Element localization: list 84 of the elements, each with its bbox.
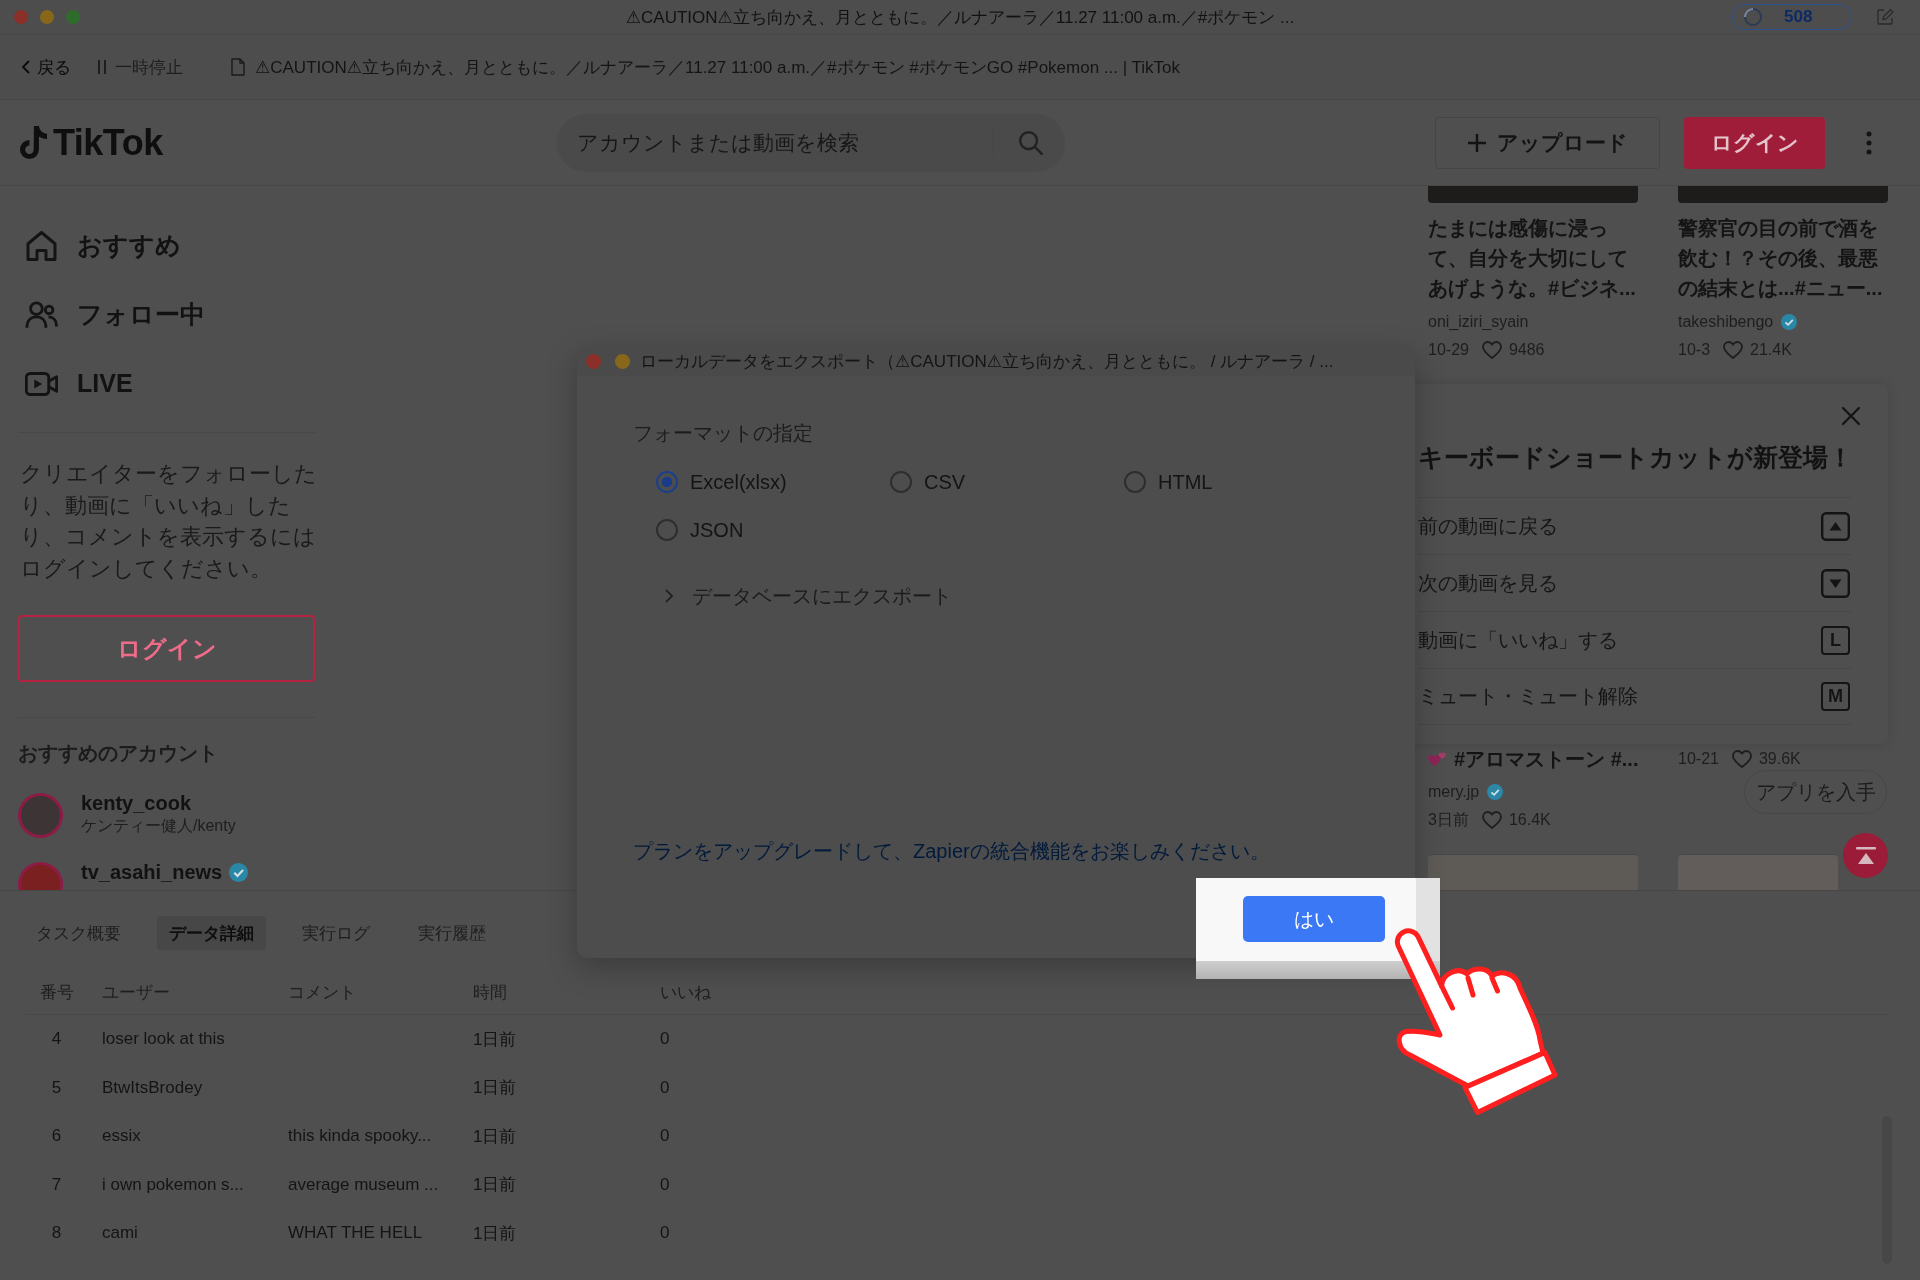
video-caption[interactable]: #アロマストーン #... [1454, 744, 1639, 774]
table-cell-text: 0 [659, 1126, 671, 1147]
shortcut-label: 次の動画を見る [1418, 570, 1558, 596]
keyboard-key: M [1821, 682, 1850, 711]
table-cell-text: 0 [659, 1174, 671, 1195]
table-cell-text: 5 [50, 1077, 63, 1098]
back-button[interactable]: 戻る [22, 55, 71, 79]
table-cell-text: 1日前 [472, 1174, 518, 1197]
arrow-to-top-icon [1855, 846, 1876, 865]
plus-icon [1467, 132, 1487, 153]
table-cell-text: 1日前 [472, 1077, 518, 1100]
table-cell-text: this kinda spooky... [287, 1126, 433, 1147]
loading-ring-icon [1744, 8, 1762, 26]
sidebar-item[interactable]: LIVE [18, 349, 320, 418]
shortcut-label: 動画に「いいね」する [1418, 627, 1618, 653]
radio-label[interactable]: Excel(xlsx) [690, 470, 787, 494]
people-icon [25, 299, 58, 330]
sidebar-item[interactable]: おすすめ [18, 211, 320, 280]
edit-icon[interactable] [1877, 9, 1894, 25]
heart-icon [1481, 341, 1502, 359]
window-title: ⚠CAUTION⚠立ち向かえ、月とともに。／ルナアーラ／11.27 11:00 a.m.／#ポケモン ... [625, 6, 1295, 29]
sidebar-item[interactable]: フォロー中 [18, 280, 320, 349]
login-button[interactable]: ログイン [18, 615, 315, 682]
search-icon[interactable] [1019, 130, 1043, 155]
page-url: ⚠CAUTION⚠立ち向かえ、月とともに。／ルナアーラ／11.27 11:00 a.m.／#ポケモン #ポケモンGO #Pokemon ... | TikTok [255, 56, 1181, 79]
logo-text[interactable]: TikTok [53, 121, 163, 164]
login-button[interactable]: ログイン [1684, 116, 1825, 169]
radio-button[interactable] [656, 471, 678, 493]
table-cell-text: 1日前 [472, 1222, 518, 1245]
video-caption[interactable]: たまには感傷に浸って、自分を大切にしてあげような。#ビジネ... [1428, 213, 1642, 303]
document-icon [231, 58, 245, 76]
music-note-icon[interactable] [20, 126, 47, 159]
video-thumbnail[interactable] [1428, 854, 1638, 890]
heart-icon [1731, 750, 1752, 768]
close-icon[interactable] [1841, 406, 1861, 426]
radio-button[interactable] [1124, 471, 1146, 493]
down-arrow-key-icon [1821, 568, 1850, 598]
radio-label[interactable]: CSV [924, 470, 966, 494]
upgrade-link[interactable]: プランをアップグレードして、Zapierの統合機能をお楽しみください。 [633, 837, 1270, 865]
video-thumbnail[interactable] [1678, 854, 1838, 890]
table-cell-text: 6 [50, 1126, 63, 1147]
shortcut-label: 前の動画に戻る [1418, 513, 1558, 539]
confirm-button[interactable]: はい [1243, 896, 1385, 942]
account-username[interactable]: tv_asahi_news [81, 860, 223, 884]
video-thumbnail[interactable] [1678, 186, 1888, 203]
chevron-left-icon [22, 60, 30, 74]
table-cell-text: 1日前 [472, 1125, 518, 1148]
close-window-icon[interactable] [586, 353, 601, 369]
up-arrow-key-icon [1821, 511, 1850, 541]
close-window-icon[interactable] [14, 10, 28, 24]
radio-label[interactable]: HTML [1158, 470, 1213, 494]
tab[interactable]: データ詳細 [157, 916, 266, 950]
table-cell-text: 8 [50, 1223, 63, 1244]
pause-icon [98, 60, 106, 74]
upload-button[interactable]: アップロード [1435, 116, 1660, 169]
table-cell-text: 0 [659, 1223, 671, 1244]
table-cell-text: 1日前 [472, 1028, 518, 1051]
avatar[interactable] [18, 793, 63, 838]
zoom-window-icon[interactable] [66, 10, 80, 24]
more-options-icon[interactable] [1866, 130, 1872, 155]
radio-button[interactable] [656, 519, 678, 541]
table-cell-text: BtwItsBrodey [101, 1077, 204, 1098]
video-thumbnail[interactable] [1428, 186, 1638, 203]
table-cell-text: cami [101, 1223, 139, 1244]
table-cell-text: essix [101, 1126, 142, 1147]
video-caption[interactable]: 警察官の目の前で酒を飲む！？その後、最悪の結末とは...#ニュー... [1678, 213, 1892, 303]
heart-icon [1481, 811, 1502, 829]
table-cell-text: loser look at this [101, 1029, 226, 1050]
heart-icon [1723, 341, 1744, 359]
table-cell-text: 7 [50, 1174, 63, 1195]
table-cell-text: 0 [659, 1077, 671, 1098]
keyboard-key: L [1821, 625, 1850, 655]
radio-label[interactable]: JSON [690, 518, 744, 542]
table-cell-text: 0 [659, 1029, 671, 1050]
account-username[interactable]: kenty_cook [81, 791, 192, 815]
table-cell-text: average museum ... [287, 1174, 440, 1195]
minimize-window-icon[interactable] [40, 10, 54, 24]
panel-title: キーボードショートカットが新登場！ [1418, 442, 1852, 473]
radio-button[interactable] [890, 471, 912, 493]
table-cell-text: 4 [50, 1029, 63, 1050]
minimize-window-icon[interactable] [615, 353, 630, 369]
table-cell-text: WHAT THE HELL [287, 1223, 424, 1244]
home-icon [25, 230, 58, 261]
back-to-top-button[interactable] [1843, 833, 1888, 878]
